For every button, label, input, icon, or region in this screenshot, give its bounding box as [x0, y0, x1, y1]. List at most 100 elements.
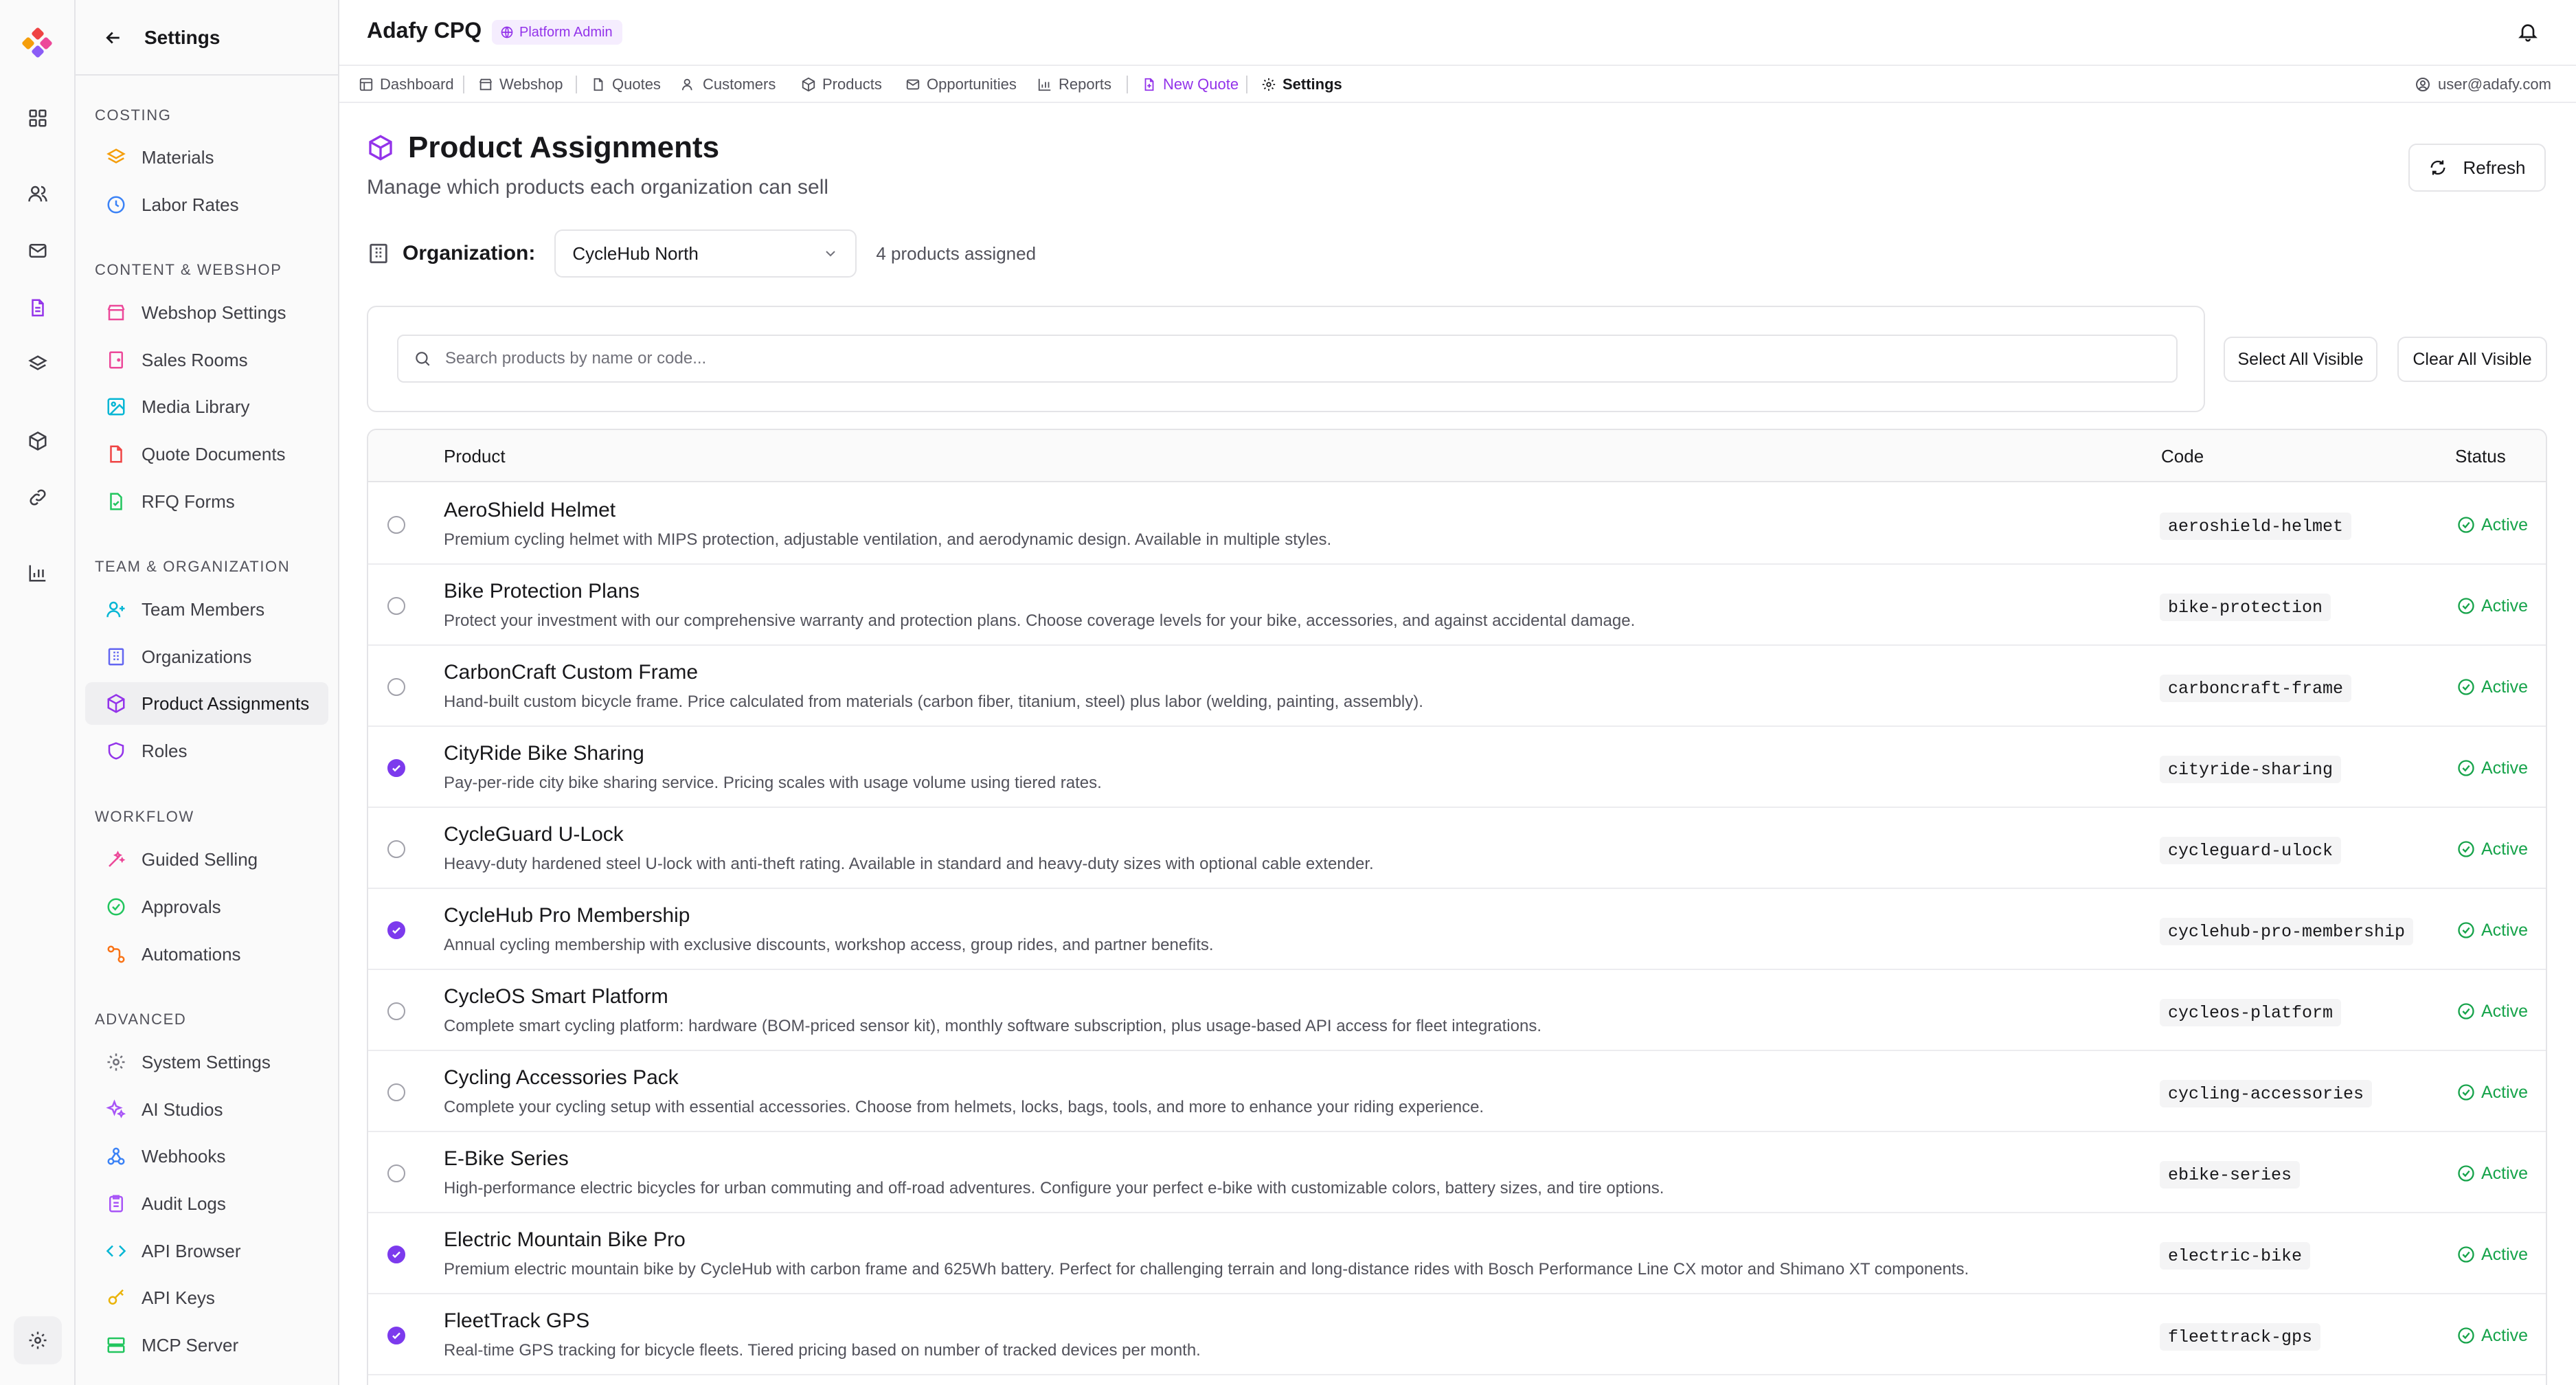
table-row[interactable]: CycleOS Smart Platform Complete smart cyc…	[368, 970, 2546, 1051]
sidebar-item-sales-rooms[interactable]: Sales Rooms	[85, 339, 328, 381]
sidebar-item-automations[interactable]: Automations	[85, 933, 328, 976]
tab-opportunities[interactable]: Opportunities	[900, 67, 1022, 102]
table-row[interactable]: Electric Mountain Bike Pro Premium electr…	[368, 1213, 2546, 1294]
table-row[interactable]: CityRide Bike Sharing Pay-per-ride city b…	[368, 727, 2546, 808]
app-title: Adafy CPQ	[367, 18, 482, 43]
package-icon	[369, 135, 392, 161]
bar-chart-icon[interactable]	[24, 559, 52, 587]
sidebar-item-team-members[interactable]: Team Members	[85, 588, 328, 631]
table-row[interactable]: CycleHub Pro Membership Annual cycling me…	[368, 889, 2546, 970]
dashboard-icon[interactable]	[24, 104, 52, 132]
table-row[interactable]: E-Bike Series High-performance electric b…	[368, 1132, 2546, 1213]
product-name: CycleGuard U-Lock	[444, 823, 624, 846]
sidebar-item-api-browser[interactable]: API Browser	[85, 1230, 328, 1272]
column-header-product[interactable]: Product	[444, 446, 506, 467]
product-name: AeroShield Helmet	[444, 499, 616, 521]
tab-new-quote[interactable]: New Quote	[1136, 67, 1244, 102]
user-menu[interactable]: user@adafy.com	[2415, 67, 2551, 102]
settings-rail-button[interactable]	[14, 1316, 62, 1364]
status-badge: Active	[2456, 1080, 2528, 1105]
row-checkbox[interactable]	[387, 516, 405, 534]
row-checkbox[interactable]	[387, 597, 405, 615]
row-checkbox[interactable]	[387, 1002, 405, 1020]
refresh-button[interactable]: Refresh	[2408, 144, 2546, 192]
door-icon	[109, 351, 123, 369]
product-code: carboncraft-frame	[2160, 675, 2352, 702]
row-checkbox[interactable]	[387, 759, 405, 777]
gear-icon	[1262, 78, 1276, 91]
column-header-status[interactable]: Status	[2455, 446, 2506, 467]
sidebar-item-media-library[interactable]: Media Library	[85, 385, 328, 428]
sidebar-item-materials[interactable]: Materials	[85, 136, 328, 179]
row-checkbox[interactable]	[387, 678, 405, 696]
link-icon[interactable]	[24, 484, 52, 511]
sidebar-item-rfq-forms[interactable]: RFQ Forms	[85, 480, 328, 523]
tab-webshop[interactable]: Webshop	[473, 67, 569, 102]
app-logo[interactable]	[21, 25, 55, 59]
package-icon[interactable]	[24, 427, 52, 455]
check-circle-icon	[2458, 841, 2474, 857]
layers-icon[interactable]	[24, 350, 52, 378]
sidebar-item-quote-documents[interactable]: Quote Documents	[85, 433, 328, 475]
product-code: ebike-series	[2160, 1161, 2301, 1189]
table-row[interactable]: FleetTrack GPS Real-time GPS tracking for…	[368, 1294, 2546, 1375]
table-row[interactable]: AeroShield Helmet Premium cycling helmet …	[368, 484, 2546, 565]
shield-icon	[108, 742, 124, 760]
tab-settings[interactable]: Settings	[1256, 67, 1348, 102]
row-checkbox[interactable]	[387, 840, 405, 858]
tab-dashboard[interactable]: Dashboard	[353, 67, 460, 102]
sidebar-item-roles[interactable]: Roles	[85, 730, 328, 772]
select-all-visible-button[interactable]: Select All Visible	[2224, 337, 2377, 382]
layers-icon	[106, 148, 126, 164]
sidebar-item-label: Roles	[142, 740, 188, 761]
tab-customers[interactable]: Customers	[676, 67, 781, 102]
row-checkbox[interactable]	[387, 1083, 405, 1101]
sidebar-item-mcp-server[interactable]: MCP Server	[85, 1324, 328, 1366]
row-checkbox[interactable]	[387, 1164, 405, 1182]
tab-products[interactable]: Products	[795, 67, 888, 102]
table-row[interactable]: CycleGuard U-Lock Heavy-duty hardened ste…	[368, 808, 2546, 889]
row-checkbox[interactable]	[387, 1246, 405, 1263]
sidebar-item-webhooks[interactable]: Webhooks	[85, 1135, 328, 1178]
document-icon[interactable]	[24, 294, 52, 322]
organization-select[interactable]: CycleHub North	[554, 229, 857, 278]
refresh-icon	[2430, 160, 2445, 175]
product-description: Premium cycling helmet with MIPS protect…	[444, 530, 1332, 549]
page-subtitle: Manage which products each organization …	[367, 176, 829, 199]
product-name: CityRide Bike Sharing	[444, 742, 644, 765]
table-row[interactable]: CarbonCraft Custom Frame Hand-built custo…	[368, 646, 2546, 727]
sidebar-item-label: Automations	[142, 943, 241, 965]
row-checkbox[interactable]	[387, 921, 405, 939]
sidebar-item-labor-rates[interactable]: Labor Rates	[85, 183, 328, 226]
key-icon	[108, 1289, 124, 1305]
sidebar-item-organizations[interactable]: Organizations	[85, 635, 328, 678]
search-input[interactable]: Search products by name or code...	[397, 335, 2178, 383]
sidebar-item-system-settings[interactable]: System Settings	[85, 1041, 328, 1083]
bell-icon[interactable]	[2517, 21, 2539, 43]
sidebar-item-approvals[interactable]: Approvals	[85, 886, 328, 928]
dashboard-icon	[359, 78, 373, 91]
column-header-code[interactable]: Code	[2161, 446, 2204, 467]
row-checkbox[interactable]	[387, 1327, 405, 1344]
sidebar-item-audit-logs[interactable]: Audit Logs	[85, 1182, 328, 1225]
users-icon[interactable]	[24, 180, 52, 207]
tab-reports[interactable]: Reports	[1032, 67, 1117, 102]
sidebar-item-label: Team Members	[142, 598, 265, 620]
sidebar-item-api-keys[interactable]: API Keys	[85, 1276, 328, 1319]
clear-all-visible-button[interactable]: Clear All Visible	[2397, 337, 2547, 382]
sidebar-item-label: Sales Rooms	[142, 349, 248, 370]
sidebar-title: Settings	[144, 27, 221, 48]
sidebar-item-guided-selling[interactable]: Guided Selling	[85, 838, 328, 881]
table-row[interactable]: Cycling Accessories Pack Complete your cy…	[368, 1051, 2546, 1132]
mail-icon[interactable]	[24, 237, 52, 264]
refresh-label: Refresh	[2463, 157, 2526, 178]
check-icon	[392, 765, 400, 772]
tab-quotes[interactable]: Quotes	[585, 67, 666, 102]
table-row[interactable]: Bike Protection Plans Protect your invest…	[368, 565, 2546, 646]
gear-icon	[107, 1053, 125, 1071]
sidebar-item-product-assignments[interactable]: Product Assignments	[85, 682, 328, 725]
sidebar-item-webshop-settings[interactable]: Webshop Settings	[85, 291, 328, 334]
back-arrow-icon[interactable]	[103, 27, 124, 48]
sidebar-item-ai-studios[interactable]: AI Studios	[85, 1088, 328, 1131]
organization-row: Organization: CycleHub North 4 products …	[367, 229, 1036, 278]
